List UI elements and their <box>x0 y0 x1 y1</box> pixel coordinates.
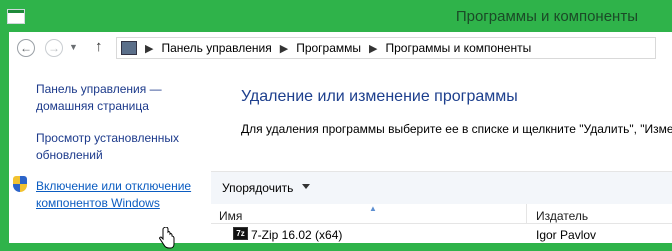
column-header-publisher[interactable]: Издатель <box>536 209 588 223</box>
sidebar-link-windows-features[interactable]: Включение или отключение компонентов Win… <box>36 178 191 212</box>
table-header: ▲ Имя Издатель <box>211 204 672 224</box>
sidebar-link-installed-updates[interactable]: Просмотр установленных обновлений <box>36 130 179 164</box>
sidebar-link-label: Включение или отключение <box>36 179 192 193</box>
organize-dropdown-icon[interactable] <box>302 184 310 189</box>
program-name: 7-Zip 16.02 (x64) <box>251 228 343 242</box>
page-title: Удаление или изменение программы <box>241 88 518 105</box>
toolbar: Упорядочить <box>211 171 672 205</box>
breadcrumb-programs[interactable]: Программы <box>296 41 361 55</box>
breadcrumb-programs-features[interactable]: Программы и компоненты <box>385 41 531 55</box>
sidebar-link-label: Просмотр установленных <box>36 131 179 145</box>
column-divider[interactable] <box>526 204 527 223</box>
sidebar-link-control-panel-home[interactable]: Панель управления — домашняя страница <box>36 81 162 115</box>
zip-icon: 7z <box>233 227 248 240</box>
column-header-name[interactable]: Имя <box>219 209 242 223</box>
back-icon[interactable]: ← <box>17 39 35 57</box>
shield-icon <box>13 176 27 192</box>
sidebar-link-label: Панель управления — <box>36 82 162 96</box>
app-icon <box>7 9 25 24</box>
sidebar-link-label: обновлений <box>36 148 103 162</box>
page-description: Для удаления программы выберите ее в спи… <box>241 122 672 136</box>
program-publisher: Igor Pavlov <box>536 228 597 242</box>
organize-button[interactable]: Упорядочить <box>222 181 293 195</box>
breadcrumb-control-panel[interactable]: Панель управления <box>161 41 271 55</box>
forward-icon[interactable]: → <box>45 39 63 57</box>
cursor-icon <box>159 227 175 249</box>
up-icon[interactable]: ↑ <box>95 38 103 55</box>
breadcrumb-separator-icon: ▶ <box>145 42 154 55</box>
navigation-bar: ← → ▼ ↑ ▶ Панель управления ▶ Программы … <box>9 32 672 64</box>
breadcrumb-separator-icon: ▶ <box>279 42 289 55</box>
window-title: Программы и компоненты <box>455 8 638 25</box>
titlebar: Программы и компоненты <box>0 0 672 32</box>
sidebar-link-label: домашняя страница <box>36 99 149 113</box>
address-bar[interactable]: ▶ Панель управления ▶ Программы ▶ Програ… <box>116 37 656 59</box>
window-content: ← → ▼ ↑ ▶ Панель управления ▶ Программы … <box>9 32 672 249</box>
history-dropdown-icon[interactable]: ▼ <box>69 42 78 52</box>
table-row[interactable]: 7z 7-Zip 16.02 (x64) Igor Pavlov <box>211 225 672 243</box>
breadcrumb-separator-icon: ▶ <box>369 42 378 55</box>
sidebar: Панель управления — домашняя страница Пр… <box>9 64 201 249</box>
sort-ascending-icon: ▲ <box>369 204 377 213</box>
folder-icon <box>121 41 137 55</box>
main-content: Удаление или изменение программы Для уда… <box>201 64 672 243</box>
sidebar-link-label: компонентов Windows <box>36 196 160 210</box>
